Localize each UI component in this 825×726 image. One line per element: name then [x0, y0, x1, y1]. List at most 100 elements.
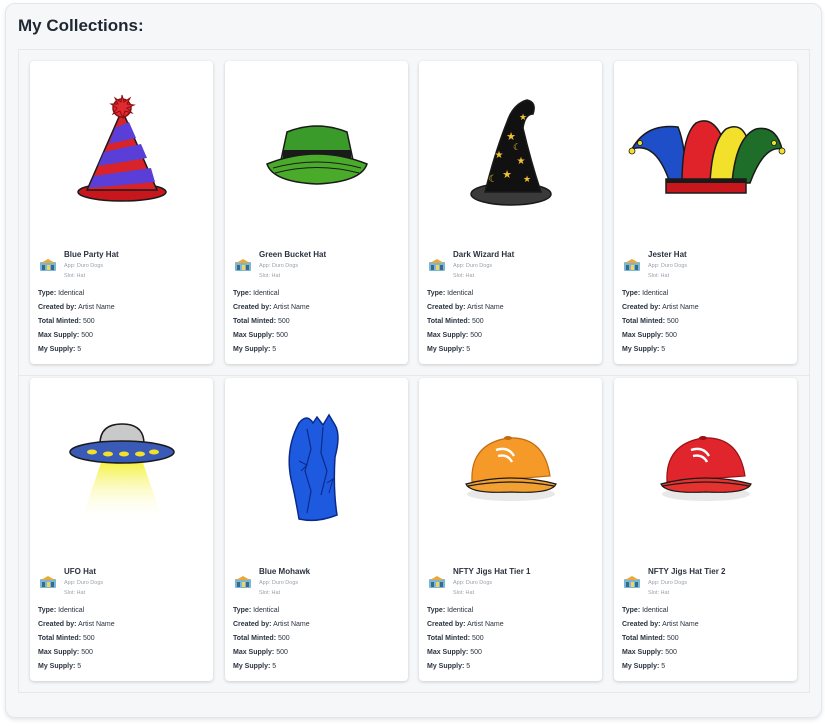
item-slot: Slot: Hat — [453, 590, 475, 596]
collection-grid: Blue Party Hat App: Duro Dogs Slot: Hat … — [18, 49, 810, 693]
item-app: App: Duro Dogs — [259, 263, 299, 269]
blue-party-hat-icon — [76, 94, 167, 202]
item-total-minted: Total Minted: 500 — [427, 635, 484, 642]
app-logo-icon — [624, 576, 640, 588]
item-type: Type: Identical — [233, 290, 280, 297]
item-app: App: Duro Dogs — [648, 580, 688, 586]
item-title: UFO Hat — [64, 567, 96, 576]
item-created-by: Created by: Artist Name — [427, 304, 504, 311]
collection-card[interactable]: Green Bucket Hat App: Duro Dogs Slot: Ha… — [225, 61, 408, 364]
collection-card[interactable]: UFO Hat App: Duro Dogs Slot: Hat Type: I… — [30, 378, 213, 681]
app-logo-icon — [429, 259, 445, 271]
blue-mohawk-icon — [288, 413, 339, 522]
item-image — [30, 61, 213, 243]
svg-text:★: ★ — [516, 156, 525, 167]
item-created-by: Created by: Artist Name — [427, 621, 504, 628]
item-my-supply: My Supply: 5 — [38, 663, 82, 670]
item-max-supply: Max Supply: 500 — [427, 649, 482, 656]
item-created-by: Created by: Artist Name — [38, 621, 115, 628]
dark-wizard-hat-icon: ★ ★ ★ ★ ★ ★ ☾ ☾ — [469, 99, 552, 206]
item-image — [419, 378, 602, 560]
red-cap-icon — [659, 436, 752, 501]
item-type: Type: Identical — [38, 607, 85, 614]
item-created-by: Created by: Artist Name — [233, 621, 310, 628]
row-divider — [19, 375, 809, 376]
page-title: My Collections: — [18, 16, 144, 35]
svg-text:☾: ☾ — [488, 174, 497, 185]
item-created-by: Created by: Artist Name — [622, 621, 699, 628]
collection-card[interactable]: Blue Mohawk App: Duro Dogs Slot: Hat Typ… — [225, 378, 408, 681]
item-title: Jester Hat — [648, 250, 687, 259]
item-slot: Slot: Hat — [648, 273, 670, 279]
collections-panel: My Collections: Blue Party Hat App: Duro… — [5, 3, 822, 718]
svg-text:★: ★ — [522, 174, 530, 184]
item-type: Type: Identical — [233, 607, 280, 614]
app-logo-icon — [235, 576, 251, 588]
orange-cap-icon — [464, 436, 557, 501]
item-image — [614, 61, 797, 243]
item-max-supply: Max Supply: 500 — [233, 649, 288, 656]
item-title: Green Bucket Hat — [259, 250, 327, 259]
item-title: NFTY Jigs Hat Tier 2 — [648, 567, 726, 576]
item-image — [225, 61, 408, 243]
item-my-supply: My Supply: 5 — [427, 346, 471, 353]
item-slot: Slot: Hat — [259, 273, 281, 279]
item-max-supply: Max Supply: 500 — [622, 332, 677, 339]
item-type: Type: Identical — [38, 290, 85, 297]
item-type: Type: Identical — [622, 290, 669, 297]
collection-card[interactable]: Jester Hat App: Duro Dogs Slot: Hat Type… — [614, 61, 797, 364]
app-logo-icon — [40, 576, 56, 588]
item-my-supply: My Supply: 5 — [622, 663, 666, 670]
item-total-minted: Total Minted: 500 — [233, 318, 290, 325]
item-created-by: Created by: Artist Name — [622, 304, 699, 311]
item-slot: Slot: Hat — [648, 590, 670, 596]
item-my-supply: My Supply: 5 — [233, 663, 277, 670]
item-created-by: Created by: Artist Name — [38, 304, 115, 311]
app-logo-icon — [429, 576, 445, 588]
item-slot: Slot: Hat — [453, 273, 475, 279]
item-type: Type: Identical — [427, 290, 474, 297]
app-logo-icon — [40, 259, 56, 271]
item-slot: Slot: Hat — [259, 590, 281, 596]
svg-text:★: ★ — [494, 150, 503, 161]
item-total-minted: Total Minted: 500 — [427, 318, 484, 325]
item-slot: Slot: Hat — [64, 273, 86, 279]
item-my-supply: My Supply: 5 — [427, 663, 471, 670]
ufo-hat-icon — [68, 423, 175, 518]
item-title: Blue Party Hat — [64, 250, 119, 259]
collection-card[interactable]: ★ ★ ★ ★ ★ ★ ☾ ☾ Dark Wizard Hat App: Dur… — [419, 61, 602, 364]
item-my-supply: My Supply: 5 — [38, 346, 82, 353]
item-my-supply: My Supply: 5 — [622, 346, 666, 353]
item-max-supply: Max Supply: 500 — [622, 649, 677, 656]
jester-hat-icon — [628, 120, 785, 194]
svg-text:★: ★ — [502, 169, 512, 181]
green-bucket-hat-icon — [265, 125, 368, 185]
item-type: Type: Identical — [427, 607, 474, 614]
svg-text:★: ★ — [518, 112, 526, 122]
item-title: NFTY Jigs Hat Tier 1 — [453, 567, 531, 576]
collection-card[interactable]: NFTY Jigs Hat Tier 1 App: Duro Dogs Slot… — [419, 378, 602, 681]
item-app: App: Duro Dogs — [259, 580, 299, 586]
item-total-minted: Total Minted: 500 — [622, 635, 679, 642]
item-max-supply: Max Supply: 500 — [38, 649, 93, 656]
item-total-minted: Total Minted: 500 — [233, 635, 290, 642]
item-app: App: Duro Dogs — [648, 263, 688, 269]
item-app: App: Duro Dogs — [453, 263, 493, 269]
app-logo-icon — [235, 259, 251, 271]
item-title: Dark Wizard Hat — [453, 250, 515, 259]
item-app: App: Duro Dogs — [64, 263, 104, 269]
item-image — [225, 378, 408, 560]
collection-card[interactable]: NFTY Jigs Hat Tier 2 App: Duro Dogs Slot… — [614, 378, 797, 681]
item-app: App: Duro Dogs — [64, 580, 104, 586]
item-image: ★ ★ ★ ★ ★ ★ ☾ ☾ — [419, 61, 602, 243]
item-my-supply: My Supply: 5 — [233, 346, 277, 353]
svg-text:☾: ☾ — [512, 142, 520, 152]
item-slot: Slot: Hat — [64, 590, 86, 596]
item-max-supply: Max Supply: 500 — [427, 332, 482, 339]
item-app: App: Duro Dogs — [453, 580, 493, 586]
collection-card[interactable]: Blue Party Hat App: Duro Dogs Slot: Hat … — [30, 61, 213, 364]
item-total-minted: Total Minted: 500 — [622, 318, 679, 325]
item-max-supply: Max Supply: 500 — [38, 332, 93, 339]
item-image — [30, 378, 213, 560]
item-total-minted: Total Minted: 500 — [38, 318, 95, 325]
